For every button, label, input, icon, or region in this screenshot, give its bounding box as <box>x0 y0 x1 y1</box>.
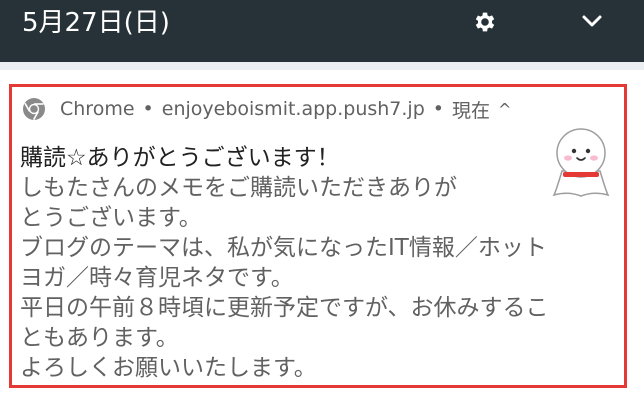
status-bar: 5月27日(日) <box>0 0 644 62</box>
body-line: よろしくお願いいたします。 <box>20 355 317 381</box>
notification-body: しもたさんのメモをご購読いただきありが とうございます。 ブログのテーマは、私が… <box>20 173 620 383</box>
body-line: ヨガ／時々育児ネタです。 <box>20 265 294 291</box>
body-line: ともあります。 <box>20 325 179 351</box>
date-label: 5月27日(日) <box>22 8 170 38</box>
body-line: ブログのテーマは、私が気になったIT情報／ホット <box>20 235 547 261</box>
notification-header[interactable]: Chrome • enjoyeboismit.app.push7.jp • 現在… <box>22 94 511 124</box>
gear-icon[interactable] <box>472 9 498 35</box>
chrome-icon <box>23 98 45 121</box>
app-name: Chrome <box>60 98 135 120</box>
separator-dot: • <box>432 98 444 120</box>
chevron-down-icon[interactable] <box>580 12 604 32</box>
notification-title: 購読☆ありがとうございます！ <box>20 145 340 171</box>
notification-source: enjoyeboismit.app.push7.jp <box>161 98 425 120</box>
separator-dot: • <box>142 98 154 120</box>
collapse-icon[interactable]: ^ <box>498 100 511 119</box>
body-line: しもたさんのメモをご購読いただきありが <box>20 175 457 201</box>
teru-teru-bozu-avatar <box>552 128 610 197</box>
notification-time: 現在 <box>452 99 491 122</box>
body-line: とうございます。 <box>20 205 202 231</box>
body-line: 平日の午前８時頃に更新予定ですが、お休みするこ <box>20 295 549 321</box>
